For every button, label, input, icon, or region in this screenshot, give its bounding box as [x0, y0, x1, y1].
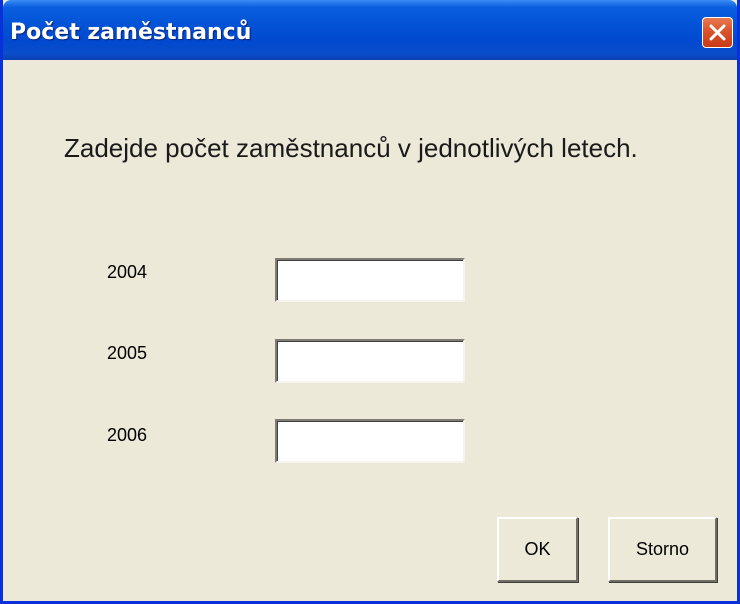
dialog-prompt: Zadejde počet zaměstnanců v jednotlivých…	[64, 133, 638, 163]
dialog-title: Počet zaměstnanců	[10, 20, 252, 45]
ok-button[interactable]: OK	[497, 517, 578, 582]
employees-2005-input[interactable]	[275, 339, 465, 383]
employees-2006-input[interactable]	[275, 419, 465, 463]
year-label-2006: 2006	[107, 425, 148, 445]
close-icon	[709, 24, 726, 41]
year-label-2004: 2004	[107, 262, 148, 282]
dialog-window: Počet zaměstnanců Zadejde počet zaměstna…	[0, 0, 740, 604]
cancel-button[interactable]: Storno	[608, 517, 717, 582]
close-button[interactable]	[702, 17, 733, 48]
year-label-2005: 2005	[107, 343, 148, 363]
employees-2004-input[interactable]	[275, 258, 465, 302]
title-bar[interactable]: Počet zaměstnanců	[3, 0, 737, 60]
